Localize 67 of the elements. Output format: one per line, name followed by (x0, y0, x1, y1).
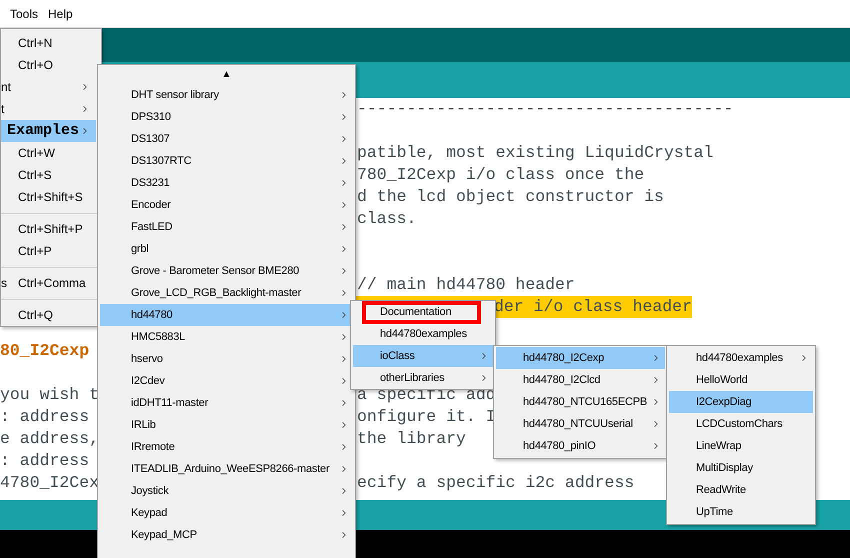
menu-item[interactable]: hd44780_I2Cexp (496, 347, 665, 369)
menu-item[interactable]: DS3231 (100, 172, 353, 194)
menu-item[interactable]: UpTime (669, 501, 813, 523)
menu-item[interactable]: MultiDisplay (669, 457, 813, 479)
menu-item[interactable]: LineWrap (669, 435, 813, 457)
menu-item[interactable]: FastLED (100, 216, 353, 238)
menu-item[interactable]: otherLibraries (353, 367, 493, 389)
annotation-frame: Documentation (362, 301, 482, 324)
menu-item[interactable]: s Ctrl+Comma (1, 272, 96, 294)
code-text: // main hd44780 header (357, 274, 575, 296)
menu-item[interactable]: ReadWrite (669, 479, 813, 501)
menu-item[interactable]: t (1, 98, 96, 120)
code-text: ecify a specific i2c address (357, 472, 634, 494)
menu-item[interactable]: nt (1, 76, 96, 98)
menu-item[interactable]: hservo (100, 348, 353, 370)
menu-item[interactable]: DS1307 (100, 128, 353, 150)
menu-item[interactable]: hd44780_NTCUUserial (496, 413, 665, 435)
menu-item[interactable]: ITEADLIB_Arduino_WeeESP8266-master (100, 458, 353, 480)
code-text: patible, most existing LiquidCrystal (357, 142, 714, 164)
menu-item[interactable]: HMC5883L (100, 326, 353, 348)
menu-item[interactable]: Ctrl+P (1, 240, 96, 262)
menu-item[interactable]: DS1307RTC (100, 150, 353, 172)
menu-item[interactable]: hd44780examples (669, 347, 813, 369)
code-text: d the lcd object constructor is (357, 186, 664, 208)
menu-item[interactable]: Grove - Barometer Sensor BME280 (100, 260, 353, 282)
menu-item[interactable]: LCDCustomChars (669, 413, 813, 435)
scroll-up-arrow[interactable]: ▲ (222, 68, 232, 80)
menu-item[interactable]: Ctrl+S (1, 164, 96, 186)
menu-item[interactable]: hd44780examples (353, 323, 493, 345)
menu-bar-item[interactable]: Help (48, 4, 73, 22)
menu-item[interactable]: I2Cdev (100, 370, 353, 392)
menu-bar-item[interactable]: Tools (10, 4, 38, 22)
menu-item[interactable]: Encoder (100, 194, 353, 216)
menu-item[interactable]: HelloWorld (669, 369, 813, 391)
menu-item[interactable]: IRremote (100, 436, 353, 458)
menu-item[interactable]: hd44780 (100, 304, 353, 326)
code-text: class. (357, 208, 416, 230)
menu-item[interactable]: I2CexpDiag (669, 391, 813, 413)
code-text: 80_I2Cexp (0, 341, 90, 360)
code-text: -------------------------------------- (357, 98, 734, 120)
menu-item[interactable]: DHT sensor library (100, 84, 353, 106)
code-text: e address, (0, 429, 100, 448)
menu-item[interactable]: hd44780_I2Clcd (496, 369, 665, 391)
code-text: you wish t (0, 385, 100, 404)
menu-item[interactable]: Ctrl+Shift+S (1, 186, 96, 208)
menu-item[interactable]: Joystick (100, 480, 353, 502)
code-text: : address (0, 407, 90, 426)
code-text: 780_I2Cexp i/o class once the (357, 164, 644, 186)
menu-item[interactable]: DPS310 (100, 106, 353, 128)
menu-item[interactable]: grbl (100, 238, 353, 260)
menu-item[interactable]: hd44780_NTCU165ECPB (496, 391, 665, 413)
menu-item[interactable]: hd44780_pinIO (496, 435, 665, 457)
menu-item[interactable]: ioClass (353, 345, 493, 367)
code-text: : address (0, 451, 90, 470)
menu-item[interactable]: Examples (1, 120, 96, 142)
menu-item[interactable]: idDHT11-master (100, 392, 353, 414)
menu-item[interactable]: Grove_LCD_RGB_Backlight-master (100, 282, 353, 304)
menu-item[interactable]: Ctrl+O (1, 54, 96, 76)
code-text: the library (357, 428, 466, 450)
menu-item[interactable]: Keypad_MCP (100, 524, 353, 546)
menu-item[interactable]: Ctrl+W (1, 142, 96, 164)
code-text: 4780_I2Cex (0, 473, 100, 492)
menu-item[interactable]: Ctrl+Q (1, 304, 96, 326)
menu-item[interactable]: Ctrl+Shift+P (1, 218, 96, 240)
menu-item[interactable]: Ctrl+N (1, 32, 96, 54)
menu-item[interactable]: IRLib (100, 414, 353, 436)
menu-item[interactable]: Keypad (100, 502, 353, 524)
